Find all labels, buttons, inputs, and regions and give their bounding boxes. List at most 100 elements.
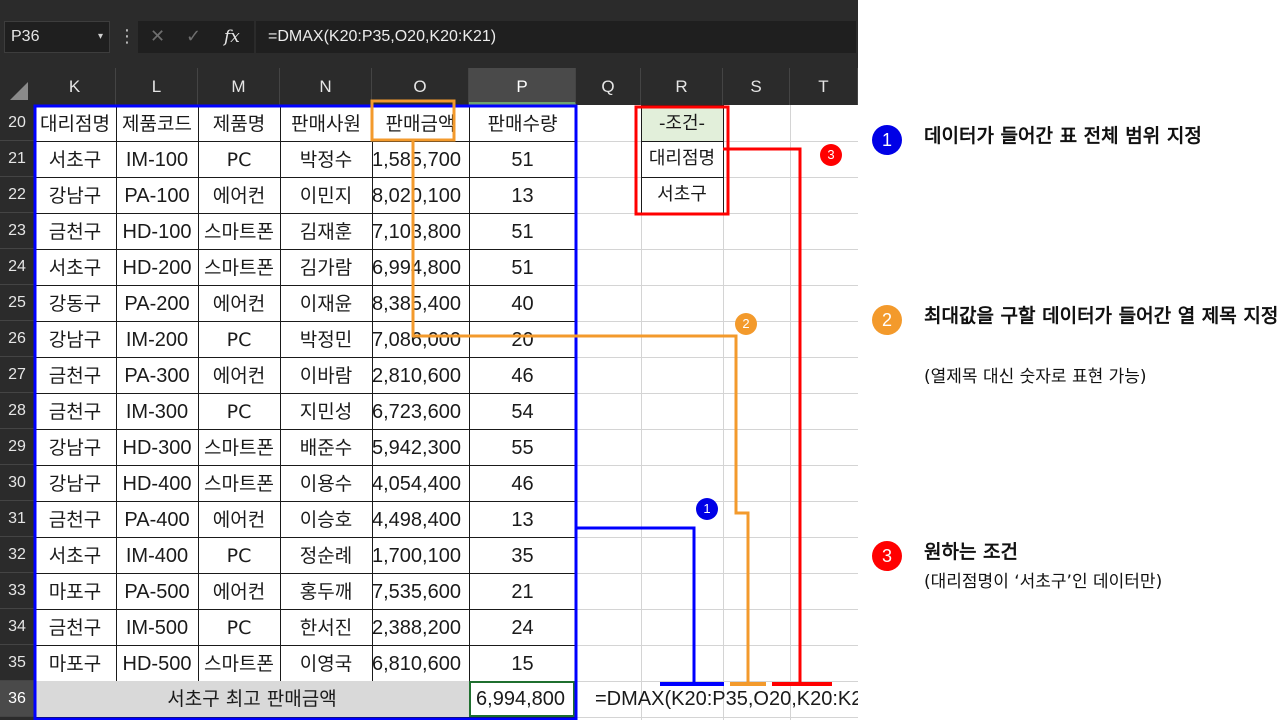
table-cell-code[interactable]: HD-200: [116, 250, 198, 286]
column-header-k[interactable]: K: [34, 68, 116, 105]
row-header-26[interactable]: 26: [0, 321, 34, 357]
table-header-name[interactable]: 제품명: [198, 106, 280, 142]
row-header-28[interactable]: 28: [0, 393, 34, 429]
column-header-l[interactable]: L: [116, 68, 198, 105]
row-header-22[interactable]: 22: [0, 177, 34, 213]
criteria-header-cell[interactable]: -조건-: [641, 106, 723, 141]
table-cell-place[interactable]: 금천구: [34, 358, 116, 394]
table-cell-name[interactable]: 에어컨: [198, 358, 280, 394]
table-cell-place[interactable]: 강남구: [34, 466, 116, 502]
table-cell-code[interactable]: PA-400: [116, 502, 198, 538]
table-cell-place[interactable]: 서초구: [34, 142, 116, 178]
table-cell-place[interactable]: 금천구: [34, 502, 116, 538]
table-cell-amount[interactable]: 6,994,800: [372, 250, 469, 286]
table-cell-seller[interactable]: 김가람: [280, 250, 372, 286]
table-header-qty[interactable]: 판매수량: [469, 106, 576, 142]
table-cell-place[interactable]: 강남구: [34, 322, 116, 358]
table-cell-code[interactable]: PA-200: [116, 286, 198, 322]
table-cell-code[interactable]: HD-100: [116, 214, 198, 250]
table-cell-amount[interactable]: 2,810,600: [372, 358, 469, 394]
row-header-31[interactable]: 31: [0, 501, 34, 537]
column-header-p[interactable]: P: [469, 68, 576, 105]
table-cell-place[interactable]: 마포구: [34, 646, 116, 682]
insert-function-icon[interactable]: fx: [224, 21, 240, 53]
formula-display-cell[interactable]: =DMAX(K20:P35,O20,K20:K21): [595, 681, 858, 717]
row-header-24[interactable]: 24: [0, 249, 34, 285]
table-cell-amount[interactable]: 7,103,800: [372, 214, 469, 250]
table-cell-seller[interactable]: 김재훈: [280, 214, 372, 250]
table-cell-qty[interactable]: 55: [469, 430, 576, 466]
check-icon[interactable]: ✓: [186, 21, 201, 53]
column-header-o[interactable]: O: [372, 68, 469, 105]
table-cell-seller[interactable]: 박정수: [280, 142, 372, 178]
table-cell-qty[interactable]: 13: [469, 178, 576, 214]
table-cell-amount[interactable]: 4,054,400: [372, 466, 469, 502]
table-cell-qty[interactable]: 35: [469, 538, 576, 574]
table-cell-amount[interactable]: 8,020,100: [372, 178, 469, 214]
table-cell-seller[interactable]: 박정민: [280, 322, 372, 358]
select-all-button[interactable]: [0, 68, 34, 105]
table-cell-code[interactable]: PA-500: [116, 574, 198, 610]
table-cell-qty[interactable]: 40: [469, 286, 576, 322]
table-cell-place[interactable]: 금천구: [34, 610, 116, 646]
table-cell-name[interactable]: 에어컨: [198, 286, 280, 322]
table-cell-seller[interactable]: 이승호: [280, 502, 372, 538]
table-cell-code[interactable]: PA-300: [116, 358, 198, 394]
table-cell-seller[interactable]: 이영국: [280, 646, 372, 682]
table-cell-place[interactable]: 서초구: [34, 538, 116, 574]
table-cell-qty[interactable]: 51: [469, 250, 576, 286]
table-cell-place[interactable]: 금천구: [34, 394, 116, 430]
table-cell-seller[interactable]: 한서진: [280, 610, 372, 646]
table-cell-amount[interactable]: 4,498,400: [372, 502, 469, 538]
table-cell-code[interactable]: IM-100: [116, 142, 198, 178]
table-cell-place[interactable]: 강동구: [34, 286, 116, 322]
table-cell-seller[interactable]: 홍두깨: [280, 574, 372, 610]
column-header-s[interactable]: S: [723, 68, 790, 105]
table-cell-qty[interactable]: 20: [469, 322, 576, 358]
table-cell-name[interactable]: 스마트폰: [198, 430, 280, 466]
table-cell-name[interactable]: PC: [198, 322, 280, 358]
row-header-34[interactable]: 34: [0, 609, 34, 645]
criteria-value-cell[interactable]: 서초구: [641, 177, 723, 213]
table-cell-seller[interactable]: 이용수: [280, 466, 372, 502]
result-cell-selected[interactable]: 6,994,800: [469, 681, 575, 717]
table-cell-place[interactable]: 금천구: [34, 214, 116, 250]
more-options-icon[interactable]: ⋮: [118, 22, 136, 52]
chevron-down-icon[interactable]: ▾: [98, 22, 103, 52]
table-cell-seller[interactable]: 이재윤: [280, 286, 372, 322]
table-cell-qty[interactable]: 21: [469, 574, 576, 610]
table-header-seller[interactable]: 판매사원: [280, 106, 372, 142]
table-cell-code[interactable]: HD-400: [116, 466, 198, 502]
table-cell-seller[interactable]: 이바람: [280, 358, 372, 394]
table-cell-place[interactable]: 서초구: [34, 250, 116, 286]
table-cell-seller[interactable]: 배준수: [280, 430, 372, 466]
table-cell-seller[interactable]: 이민지: [280, 178, 372, 214]
table-cell-place[interactable]: 마포구: [34, 574, 116, 610]
name-box[interactable]: P36 ▾: [4, 21, 110, 53]
column-header-t[interactable]: T: [790, 68, 858, 105]
table-cell-amount[interactable]: 1,700,100: [372, 538, 469, 574]
table-cell-name[interactable]: PC: [198, 394, 280, 430]
table-cell-qty[interactable]: 13: [469, 502, 576, 538]
table-cell-qty[interactable]: 46: [469, 358, 576, 394]
table-cell-place[interactable]: 강남구: [34, 430, 116, 466]
table-cell-name[interactable]: 에어컨: [198, 502, 280, 538]
table-cell-place[interactable]: 강남구: [34, 178, 116, 214]
table-cell-qty[interactable]: 46: [469, 466, 576, 502]
column-header-q[interactable]: Q: [576, 68, 641, 105]
row-header-27[interactable]: 27: [0, 357, 34, 393]
table-cell-qty[interactable]: 15: [469, 646, 576, 682]
table-cell-name[interactable]: PC: [198, 538, 280, 574]
row-header-23[interactable]: 23: [0, 213, 34, 249]
table-cell-seller[interactable]: 정순례: [280, 538, 372, 574]
table-cell-seller[interactable]: 지민성: [280, 394, 372, 430]
table-cell-name[interactable]: 스마트폰: [198, 466, 280, 502]
table-cell-code[interactable]: IM-300: [116, 394, 198, 430]
table-header-code[interactable]: 제품코드: [116, 106, 198, 142]
table-cell-qty[interactable]: 51: [469, 142, 576, 178]
row-header-20[interactable]: 20: [0, 105, 34, 141]
table-cell-name[interactable]: 에어컨: [198, 574, 280, 610]
table-cell-name[interactable]: 에어컨: [198, 178, 280, 214]
row-header-33[interactable]: 33: [0, 573, 34, 609]
table-cell-qty[interactable]: 24: [469, 610, 576, 646]
